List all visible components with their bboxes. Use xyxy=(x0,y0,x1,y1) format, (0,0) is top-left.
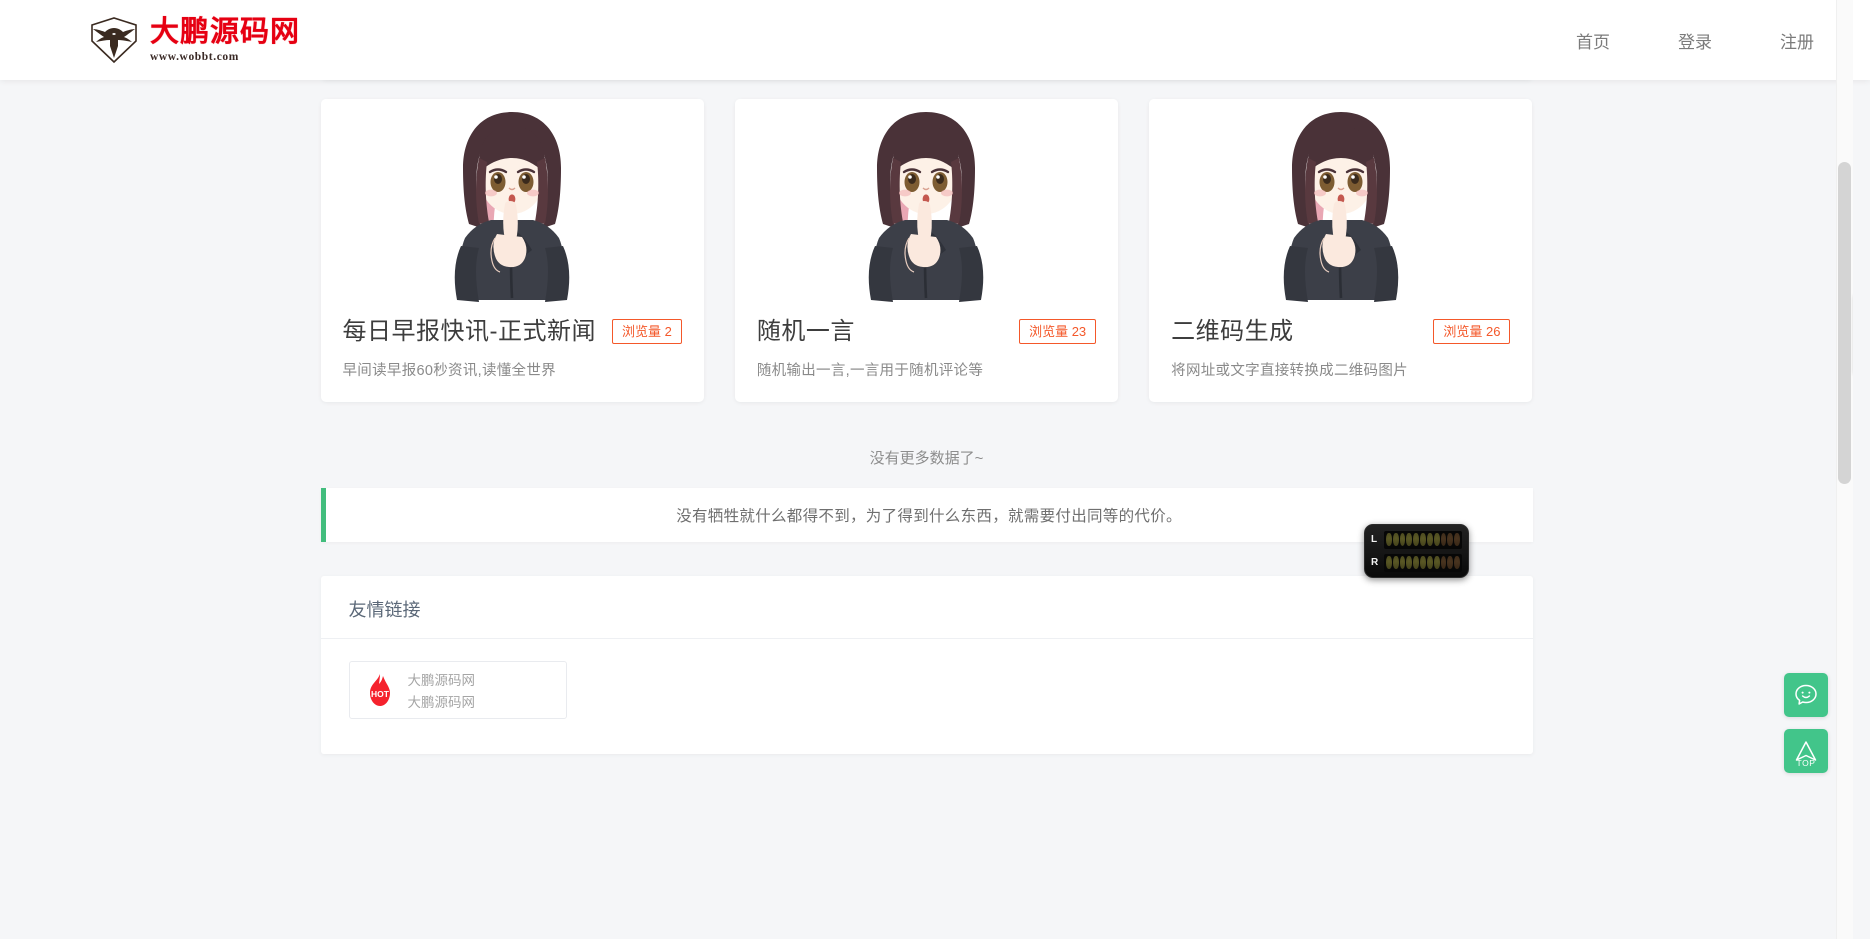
audio-meter-track-right xyxy=(1384,553,1462,572)
audio-meter-segment xyxy=(1420,533,1426,546)
audio-meter-segment xyxy=(1399,533,1406,546)
app-card-grid: 每日早报快讯-正式新闻 浏览量 2 早间读早报60秒资讯,读懂全世界 随机一言 … xyxy=(320,99,1533,403)
page-root: 每日早报快讯-正式新闻 浏览量 2 早间读早报60秒资讯,读懂全世界 随机一言 … xyxy=(0,0,1853,939)
nav-login[interactable]: 登录 xyxy=(1674,22,1716,59)
brand-name: 大鹏源码网 xyxy=(150,14,301,48)
view-count-badge: 浏览量 2 xyxy=(611,319,682,345)
anime-girl-illustration xyxy=(454,112,570,302)
eagle-logo-icon xyxy=(88,15,140,65)
friend-link-texts: 大鹏源码网 大鹏源码网 xyxy=(408,669,476,711)
card-thumbnail xyxy=(1149,99,1533,302)
audio-meter-segment xyxy=(1406,533,1413,546)
audio-meter-segment xyxy=(1447,556,1454,569)
audio-meter-segment xyxy=(1420,556,1426,569)
friend-links-title: 友情链接 xyxy=(320,576,1533,639)
audio-meter-segment xyxy=(1426,533,1433,546)
page-scrollbar-track[interactable] xyxy=(1836,0,1853,939)
card-description: 早间读早报60秒资讯,读懂全世界 xyxy=(342,363,556,380)
nav-register[interactable]: 注册 xyxy=(1776,22,1818,59)
app-card[interactable]: 每日早报快讯-正式新闻 浏览量 2 早间读早报60秒资讯,读懂全世界 xyxy=(320,99,704,403)
brand-text-block: 大鹏源码网 www.wobbt.com xyxy=(150,14,301,64)
card-header-row: 二维码生成 浏览量 26 xyxy=(1171,316,1511,347)
audio-meter-segment xyxy=(1426,556,1433,569)
hot-flame-icon: HOT xyxy=(364,673,396,707)
audio-meter-row-left: L xyxy=(1371,530,1462,549)
site-header: 大鹏源码网 www.wobbt.com 首页 登录 注册 xyxy=(0,0,1870,80)
audio-meter-segment xyxy=(1413,533,1420,546)
audio-meter-segment xyxy=(1454,556,1460,569)
audio-meter-row-right: R xyxy=(1371,553,1462,572)
audio-meter-segment xyxy=(1447,533,1454,546)
quote-text: 没有牺牲就什么都得不到，为了得到什么东西，就需要付出同等的代价。 xyxy=(676,508,1182,525)
app-card[interactable]: 随机一言 浏览量 23 随机输出一言,一言用于随机评论等 xyxy=(734,99,1119,403)
audio-channel-left-label: L xyxy=(1371,533,1378,545)
audio-meter-segment xyxy=(1386,556,1392,569)
view-count-badge: 浏览量 26 xyxy=(1433,319,1511,345)
back-to-top-button[interactable]: TOP xyxy=(1784,729,1828,773)
audio-meter-track-left xyxy=(1384,530,1462,549)
chat-bubble-button[interactable] xyxy=(1784,673,1828,717)
card-thumbnail xyxy=(320,99,704,302)
hot-label: HOT xyxy=(371,689,390,699)
smiley-chat-icon xyxy=(1795,684,1817,705)
friend-link-name: 大鹏源码网 xyxy=(407,673,476,688)
card-title: 二维码生成 xyxy=(1171,318,1294,345)
main-navigation: 首页 登录 注册 xyxy=(1572,22,1818,59)
floating-button-stack: TOP xyxy=(1784,673,1828,773)
audio-meter-segment xyxy=(1406,556,1413,569)
audio-meter-segment xyxy=(1399,556,1406,569)
card-header-row: 随机一言 浏览量 23 xyxy=(756,316,1097,347)
anime-girl-illustration xyxy=(1283,112,1399,302)
audio-meter-segment xyxy=(1392,556,1399,569)
audio-meter-segment xyxy=(1386,533,1392,546)
audio-meter-segment xyxy=(1433,533,1440,546)
quote-banner: 没有牺牲就什么都得不到，为了得到什么东西，就需要付出同等的代价。 xyxy=(320,488,1533,542)
nav-home[interactable]: 首页 xyxy=(1572,22,1614,59)
card-description: 随机输出一言,一言用于随机评论等 xyxy=(756,363,984,380)
page-scrollbar-thumb[interactable] xyxy=(1838,162,1851,484)
friend-link-item[interactable]: HOT 大鹏源码网 大鹏源码网 xyxy=(348,661,567,719)
audio-channel-right-label: R xyxy=(1371,556,1379,568)
card-body: 每日早报快讯-正式新闻 浏览量 2 早间读早报60秒资讯,读懂全世界 xyxy=(321,302,704,402)
audio-meter-segment xyxy=(1413,556,1420,569)
no-more-data-text: 没有更多数据了~ xyxy=(869,450,984,467)
card-title: 随机一言 xyxy=(756,318,855,345)
audio-level-meter: L R xyxy=(1364,524,1469,578)
back-to-top-label: TOP xyxy=(1796,758,1816,768)
anime-girl-illustration xyxy=(869,112,984,302)
audio-meter-segment xyxy=(1454,533,1460,546)
brand-url: www.wobbt.com xyxy=(150,51,239,63)
audio-meter-segment xyxy=(1392,533,1399,546)
audio-meter-segment xyxy=(1440,556,1447,569)
site-logo[interactable]: 大鹏源码网 www.wobbt.com xyxy=(88,15,300,65)
card-description: 将网址或文字直接转换成二维码图片 xyxy=(1171,363,1408,380)
friend-link-subtitle: 大鹏源码网 xyxy=(407,695,476,710)
audio-meter-segment xyxy=(1433,556,1440,569)
card-header-row: 每日早报快讯-正式新闻 浏览量 2 xyxy=(343,316,682,347)
audio-meter-segment xyxy=(1440,533,1447,546)
card-body: 随机一言 浏览量 23 随机输出一言,一言用于随机评论等 xyxy=(735,302,1118,402)
card-title: 每日早报快讯-正式新闻 xyxy=(342,318,596,345)
card-thumbnail xyxy=(734,99,1119,302)
app-card[interactable]: 二维码生成 浏览量 26 将网址或文字直接转换成二维码图片 xyxy=(1149,99,1533,403)
friend-links-list: HOT 大鹏源码网 大鹏源码网 xyxy=(321,639,1533,741)
friend-links-panel: 友情链接 HOT 大鹏源码网 大鹏源码网 xyxy=(320,576,1533,754)
card-body: 二维码生成 浏览量 26 将网址或文字直接转换成二维码图片 xyxy=(1149,302,1532,402)
view-count-badge: 浏览量 23 xyxy=(1019,319,1097,345)
